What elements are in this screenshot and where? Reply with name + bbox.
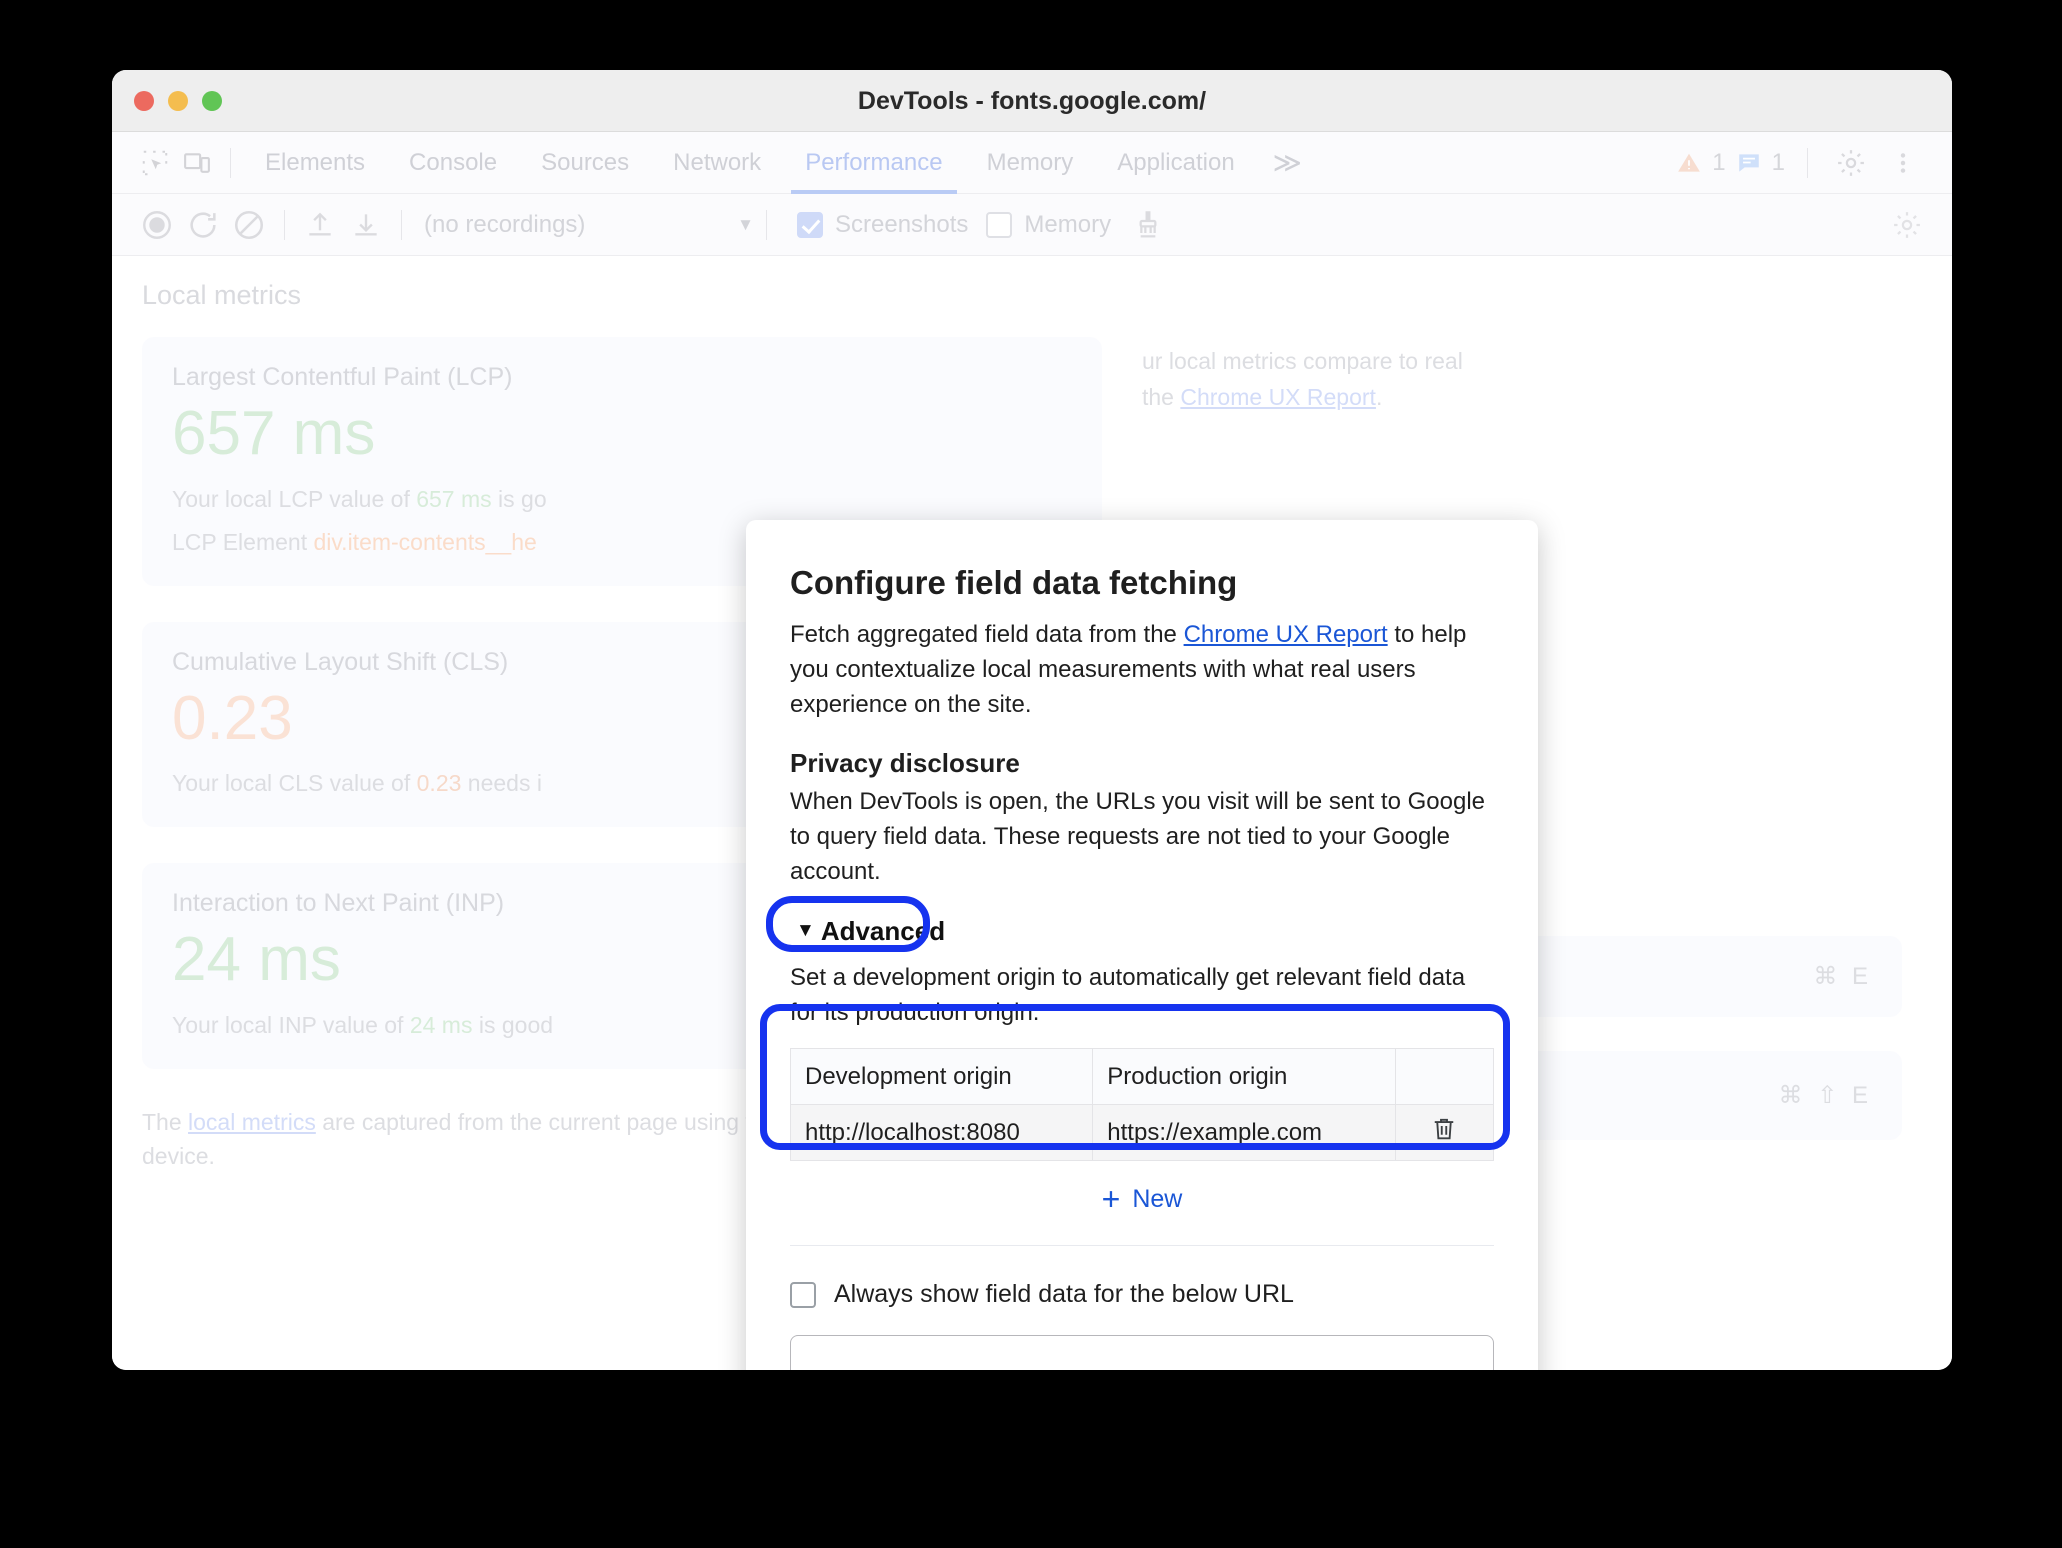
gear-icon[interactable]	[1830, 142, 1872, 184]
dialog-intro: Fetch aggregated field data from the Chr…	[790, 618, 1494, 722]
performance-toolbar: (no recordings) ▼ Screenshots Memory	[112, 194, 1952, 256]
tabbar-right-divider	[1807, 147, 1808, 178]
tab-performance[interactable]: Performance	[783, 132, 964, 194]
metric-name-lcp: Largest Contentful Paint (LCP)	[172, 363, 513, 391]
new-button-label: New	[1132, 1184, 1183, 1213]
field-compare-text-2: the Chrome UX Report.	[1142, 380, 1902, 416]
window-title: DevTools - fonts.google.com/	[857, 87, 1207, 115]
tab-memory[interactable]: Memory	[965, 132, 1096, 194]
chevron-down-icon: ▼	[737, 214, 754, 234]
column-header-actions	[1394, 1048, 1495, 1106]
column-header-development-origin: Development origin	[789, 1048, 1094, 1106]
column-header-production-origin: Production origin	[1092, 1048, 1396, 1106]
lcp-element-selector[interactable]: div.item-contents__he	[313, 529, 536, 555]
always-show-field-data-checkbox[interactable]: Always show field data for the below URL	[790, 1280, 1494, 1309]
perf-toolbar-divider-1	[284, 209, 285, 240]
perf-toolbar-divider-2	[401, 209, 402, 240]
record-shortcut: ⌘ E	[1813, 962, 1872, 990]
origin-table-header-row: Development origin Production origin	[789, 1048, 1495, 1106]
upload-profile-icon[interactable]	[297, 202, 343, 248]
recordings-dropdown[interactable]: (no recordings) ▼	[424, 211, 754, 239]
plus-icon: +	[1101, 1181, 1121, 1218]
lcp-element-label: LCP Element	[172, 528, 308, 555]
cell-production-origin[interactable]: https://example.com	[1092, 1104, 1396, 1162]
dialog-divider	[790, 1245, 1494, 1247]
dialog-intro-prefix: Fetch aggregated field data from the	[790, 621, 1184, 648]
chrome-ux-report-link-bg[interactable]: Chrome UX Report	[1180, 384, 1376, 410]
info-badge[interactable]: 1	[1736, 149, 1785, 177]
privacy-disclosure-text: When DevTools is open, the URLs you visi…	[790, 788, 1486, 885]
recordings-value: (no recordings)	[424, 210, 586, 238]
cell-development-origin[interactable]: http://localhost:8080	[789, 1104, 1094, 1162]
inp-desc-value: 24 ms	[409, 1011, 473, 1038]
inp-desc-suffix: is good	[472, 1011, 554, 1038]
advanced-description: Set a development origin to automaticall…	[790, 963, 1466, 1026]
warning-count: 1	[1712, 148, 1726, 176]
chrome-ux-report-link[interactable]: Chrome UX Report	[1184, 621, 1388, 648]
info-count: 1	[1771, 148, 1785, 176]
clear-icon[interactable]	[226, 202, 272, 248]
message-icon	[1738, 153, 1759, 172]
device-toolbar-icon[interactable]	[176, 142, 218, 184]
advanced-disclosure-toggle[interactable]: ▼ Advanced	[790, 912, 955, 951]
screenshots-checkbox[interactable]: Screenshots	[797, 211, 968, 239]
origin-mapping-table: Development origin Production origin htt…	[789, 1048, 1495, 1162]
perf-settings-gear-icon[interactable]	[1884, 202, 1930, 248]
inp-desc-prefix: Your local INP value of	[172, 1011, 410, 1038]
privacy-disclosure-heading: Privacy disclosure	[790, 748, 1020, 779]
record-icon[interactable]	[134, 202, 180, 248]
tab-console[interactable]: Console	[387, 132, 519, 194]
collect-garbage-icon[interactable]	[1125, 202, 1171, 248]
perf-toolbar-divider-3	[766, 209, 767, 240]
tab-network[interactable]: Network	[651, 132, 783, 194]
field-compare-text: ur local metrics compare to real	[1142, 348, 1463, 374]
field-compare-suffix: .	[1375, 383, 1383, 410]
lcp-desc-suffix: is go	[491, 485, 547, 512]
lcp-desc-value: 657 ms	[416, 485, 492, 512]
memory-checkbox-box	[986, 211, 1013, 238]
inspect-element-icon[interactable]	[134, 142, 176, 184]
more-tabs-icon[interactable]: ≫	[1257, 146, 1314, 179]
always-show-label: Always show field data for the below URL	[834, 1280, 1294, 1309]
warning-icon	[1678, 153, 1701, 172]
tab-application[interactable]: Application	[1095, 132, 1256, 194]
dialog-title: Configure field data fetching	[790, 564, 1238, 601]
screenshots-label: Screenshots	[835, 210, 969, 238]
download-profile-icon[interactable]	[343, 202, 389, 248]
metric-desc-lcp: Your local LCP value of 657 ms is go	[172, 486, 1072, 513]
warning-badge[interactable]: 1	[1676, 148, 1726, 177]
record-and-reload-shortcut: ⌘ ⇧ E	[1778, 1081, 1872, 1109]
cls-desc-suffix: needs i	[461, 770, 542, 797]
memory-label: Memory	[1024, 210, 1112, 238]
window-titlebar: DevTools - fonts.google.com/	[112, 70, 1952, 132]
memory-checkbox[interactable]: Memory	[986, 211, 1111, 239]
tabbar-right-controls: 1 1	[1676, 142, 1930, 184]
table-row[interactable]: http://localhost:8080 https://example.co…	[789, 1104, 1495, 1162]
record-and-reload-icon[interactable]	[180, 202, 226, 248]
always-show-checkbox-box	[790, 1281, 816, 1308]
devtools-window: DevTools - fonts.google.com/ Elements Co…	[112, 70, 1952, 1370]
field-compare-prefix: the	[1142, 383, 1181, 410]
tab-elements[interactable]: Elements	[243, 132, 387, 194]
advanced-label: Advanced	[820, 915, 946, 946]
footnote-prefix: The	[142, 1108, 189, 1135]
screenshots-checkbox-box	[797, 211, 823, 238]
tabbar-divider	[230, 147, 231, 178]
cls-desc-prefix: Your local CLS value of	[172, 770, 417, 797]
local-metrics-title: Local metrics	[142, 280, 302, 310]
cls-desc-value: 0.23	[416, 770, 462, 797]
trash-icon	[1435, 1119, 1454, 1140]
delete-origin-button[interactable]	[1394, 1104, 1495, 1162]
add-new-origin-button[interactable]: + New	[790, 1183, 1494, 1215]
field-data-url-input[interactable]	[790, 1335, 1494, 1370]
tab-sources[interactable]: Sources	[519, 132, 651, 194]
devtools-tabbar: Elements Console Sources Network Perform…	[112, 132, 1952, 194]
configure-field-data-dialog: Configure field data fetching Fetch aggr…	[746, 520, 1538, 1370]
performance-panel-content: Local metrics Largest Contentful Paint (…	[112, 256, 1952, 1370]
triangle-down-icon: ▼	[796, 920, 815, 942]
local-metrics-link[interactable]: local metrics	[188, 1109, 316, 1135]
metric-value-lcp: 657 ms	[172, 399, 376, 468]
lcp-desc-prefix: Your local LCP value of	[172, 485, 417, 512]
more-vertical-icon[interactable]	[1882, 142, 1924, 184]
